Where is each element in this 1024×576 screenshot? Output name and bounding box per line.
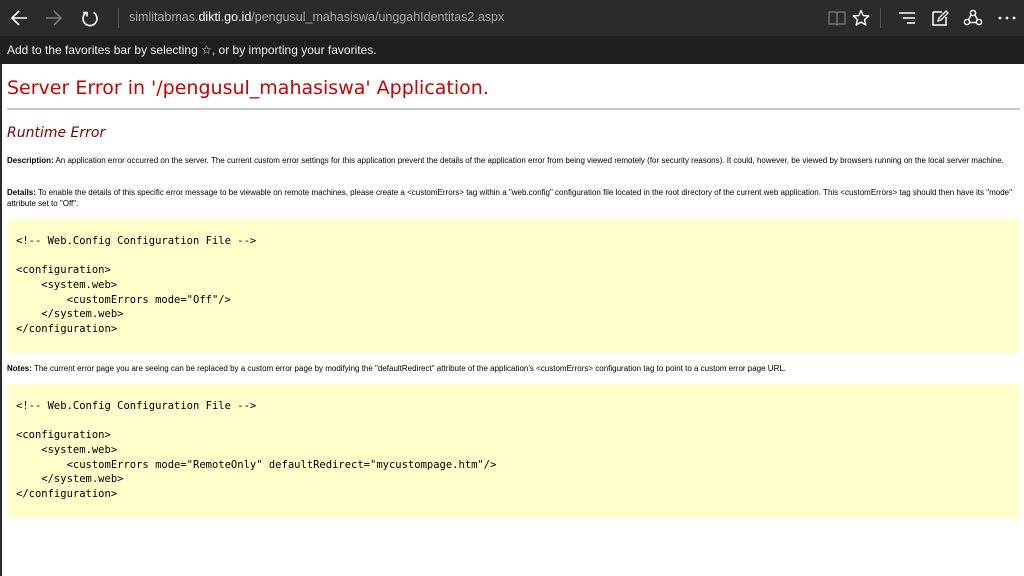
address-host: dikti.go.id	[198, 10, 252, 24]
error-subtitle: Runtime Error	[7, 125, 106, 141]
reading-view-icon	[828, 11, 846, 26]
toolbar-separator	[880, 8, 881, 28]
title-divider	[7, 108, 1020, 110]
web-note-button[interactable]	[926, 4, 954, 32]
favorites-bar: Add to the favorites bar by selecting ☆,…	[0, 36, 1024, 64]
share-button[interactable]	[959, 4, 987, 32]
details-text: To enable the details of this specific e…	[7, 188, 1012, 208]
notes-paragraph: Notes: The current error page you are se…	[7, 363, 1017, 374]
notes-label: Notes:	[7, 364, 32, 373]
config-code-block-2: <!-- Web.Config Configuration File --> <…	[7, 384, 1020, 518]
details-paragraph: Details: To enable the details of this s…	[7, 187, 1017, 209]
description-label: Description:	[7, 156, 54, 165]
forward-button[interactable]	[40, 4, 68, 32]
web-note-icon	[932, 10, 949, 26]
description-paragraph: Description: An application error occurr…	[7, 155, 1017, 166]
page-content: Server Error in '/pengusul_mahasiswa' Ap…	[0, 64, 1024, 576]
hub-icon	[899, 12, 915, 24]
refresh-button[interactable]	[76, 4, 104, 32]
more-button[interactable]	[993, 4, 1021, 32]
config-code-block-1: <!-- Web.Config Configuration File --> <…	[7, 219, 1020, 353]
address-bar[interactable]: simlitabmas.dikti.go.id/pengusul_mahasis…	[129, 10, 504, 24]
address-prefix: simlitabmas.	[129, 10, 199, 24]
description-text: An application error occurred on the ser…	[53, 156, 1004, 165]
arrow-left-icon	[10, 10, 27, 26]
hub-button[interactable]	[893, 4, 921, 32]
browser-toolbar: simlitabmas.dikti.go.id/pengusul_mahasis…	[0, 0, 1024, 36]
favorite-button[interactable]	[847, 4, 875, 32]
favorites-bar-hint[interactable]: Add to the favorites bar by selecting ☆,…	[7, 43, 377, 57]
favorite-star-icon	[852, 9, 870, 26]
arrow-right-icon	[46, 10, 63, 26]
details-label: Details:	[7, 188, 36, 197]
share-icon	[963, 9, 983, 26]
address-separator	[118, 8, 119, 28]
back-button[interactable]	[5, 4, 33, 32]
page-title: Server Error in '/pengusul_mahasiswa' Ap…	[7, 77, 489, 99]
refresh-icon	[82, 11, 98, 27]
address-path: /pengusul_mahasiswa/unggahIdentitas2.asp…	[251, 10, 505, 24]
more-icon	[998, 16, 1016, 20]
notes-text: The current error page you are seeing ca…	[31, 364, 787, 373]
